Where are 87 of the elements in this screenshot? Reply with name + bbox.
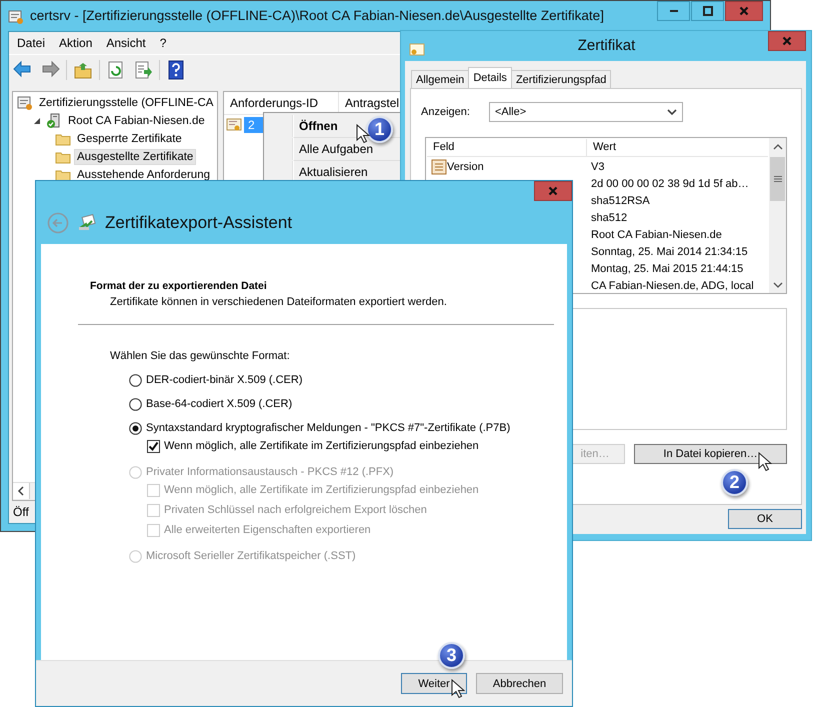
step-number-badge: 2 xyxy=(721,469,748,496)
scroll-left-icon[interactable] xyxy=(13,483,30,499)
menu-item[interactable]: Datei xyxy=(17,36,46,50)
option-label: Privater Informationsaustausch - PKCS #12 (.PFX) xyxy=(146,466,394,478)
mouse-pointer-icon xyxy=(356,124,370,144)
status-bar-text: Öff xyxy=(13,505,29,519)
option-label: Base-64-codiert X.509 (.CER) xyxy=(146,398,292,410)
back-arrow-icon xyxy=(13,60,33,80)
mouse-pointer-icon xyxy=(451,679,465,699)
document-list-icon xyxy=(431,158,447,174)
button[interactable]: Weiter xyxy=(401,673,467,694)
option-label: DER-codiert-binär X.509 (.CER) xyxy=(146,374,302,386)
option-label: Syntaxstandard kryptografischer Meldungen - "PKCS #7"-Zertifikate (.P7B) xyxy=(146,422,510,434)
certificate-authority-icon xyxy=(8,9,24,25)
menu-item[interactable]: Ansicht xyxy=(106,36,146,50)
table-cell: 2d 00 00 00 02 38 9d 1d 5f ab… xyxy=(591,178,749,190)
table-cell: Montag, 25. Mai 2015 21:44:15 xyxy=(591,262,744,274)
button[interactable]: Abbrechen xyxy=(476,673,563,694)
folder-icon xyxy=(55,168,71,182)
table-cell: Sonntag, 25. Mai 2014 21:34:15 xyxy=(591,246,748,258)
scroll-down-icon xyxy=(772,281,782,289)
close-button[interactable] xyxy=(768,31,806,51)
instruction-text: Wählen Sie das gewünschte Format: xyxy=(109,349,291,364)
column-header[interactable]: Feld xyxy=(427,139,587,156)
close-button[interactable] xyxy=(725,1,763,21)
close-button[interactable] xyxy=(534,181,572,201)
option-label: Wenn möglich, alle Zertifikate im Zertifizierungspfad einbeziehen xyxy=(164,440,479,452)
ok-button[interactable]: OK xyxy=(728,509,802,529)
folder-icon xyxy=(55,150,71,164)
table-cell: V3 xyxy=(591,160,604,172)
server-icon xyxy=(46,113,62,129)
section-description: Zertifikate können in verschiedenen Dateiformaten exportiert werden. xyxy=(109,295,448,308)
option-label: Microsoft Serieller Zertifikatspeicher (.SST) xyxy=(146,550,356,562)
table-cell: sha512 xyxy=(591,212,628,224)
menu-item[interactable]: ? xyxy=(160,36,166,50)
button[interactable]: In Datei kopieren… xyxy=(634,444,787,464)
expanded-arrow-icon[interactable] xyxy=(33,117,41,125)
minimize-button[interactable] xyxy=(657,1,690,21)
folder-up-icon xyxy=(73,60,93,80)
table-cell: Root CA Fabian-Niesen.de xyxy=(591,228,722,240)
tree-item[interactable]: Ausstehende Anforderung xyxy=(74,167,213,183)
vertical-scrollbar[interactable] xyxy=(769,138,786,293)
table-cell: sha512RSA xyxy=(591,194,650,206)
menu-item[interactable]: Aktion xyxy=(59,36,92,50)
export-list-icon xyxy=(133,60,153,80)
maximize-button[interactable] xyxy=(691,1,724,21)
tab[interactable]: Allgemein xyxy=(411,70,470,88)
tab[interactable]: Details xyxy=(468,67,512,88)
radio-button[interactable] xyxy=(129,422,142,434)
checkbox[interactable] xyxy=(147,440,160,452)
folder-icon xyxy=(55,132,71,146)
certificate-icon xyxy=(226,118,242,132)
certificate-export-icon xyxy=(78,214,96,232)
minimize-icon xyxy=(670,10,678,12)
window-title: Zertifikat xyxy=(576,37,636,54)
mouse-pointer-icon xyxy=(758,452,772,472)
table-cell: Version xyxy=(447,160,484,172)
certificate-icon xyxy=(409,43,425,57)
certificate-authority-icon xyxy=(17,95,33,111)
step-number-badge: 1 xyxy=(366,116,393,143)
column-header[interactable]: Wert xyxy=(587,139,622,156)
radio-button[interactable] xyxy=(129,398,142,410)
tree-item[interactable]: Gesperrte Zertifikate xyxy=(74,131,185,147)
help-icon xyxy=(166,60,186,80)
option-label: Alle erweiterten Eigenschaften exportieren xyxy=(164,524,371,536)
scroll-up-icon xyxy=(772,143,782,151)
tree-item[interactable]: Root CA Fabian-Niesen.de xyxy=(65,113,208,129)
radio-button[interactable] xyxy=(129,374,142,386)
window-title: certsrv - [Zertifizierungsstelle (OFFLINE-CA)\Root CA Fabian-Niesen.de\Ausgestellte Zertifikate] xyxy=(30,8,604,23)
tree-item[interactable]: Zertifizierungsstelle (OFFLINE-CA xyxy=(36,95,216,111)
show-dropdown[interactable]: <Alle> xyxy=(488,102,683,122)
close-icon xyxy=(548,186,558,196)
field-label: Anzeigen: xyxy=(421,106,470,118)
option-label: Privaten Schlüssel nach erfolgreichem Export löschen xyxy=(164,504,427,516)
table-cell: CA Fabian-Niesen.de, ADG, local xyxy=(591,280,754,292)
step-number-badge: 3 xyxy=(438,642,465,669)
wizard-title: Zertifikatexport-Assistent xyxy=(105,212,292,232)
chevron-down-icon xyxy=(666,108,677,116)
maximize-icon xyxy=(702,6,712,16)
section-heading: Format der zu exportierenden Datei xyxy=(90,280,268,292)
tab[interactable]: Zertifizierungspfad xyxy=(510,70,612,88)
close-icon xyxy=(739,6,749,16)
close-icon xyxy=(782,36,792,46)
option-label: Wenn möglich, alle Zertifikate im Zertifizierungspfad einbeziehen xyxy=(164,484,479,496)
grip-icon xyxy=(774,176,782,182)
forward-arrow-icon xyxy=(40,60,60,80)
tree-item[interactable]: Ausgestellte Zertifikate xyxy=(74,149,196,165)
